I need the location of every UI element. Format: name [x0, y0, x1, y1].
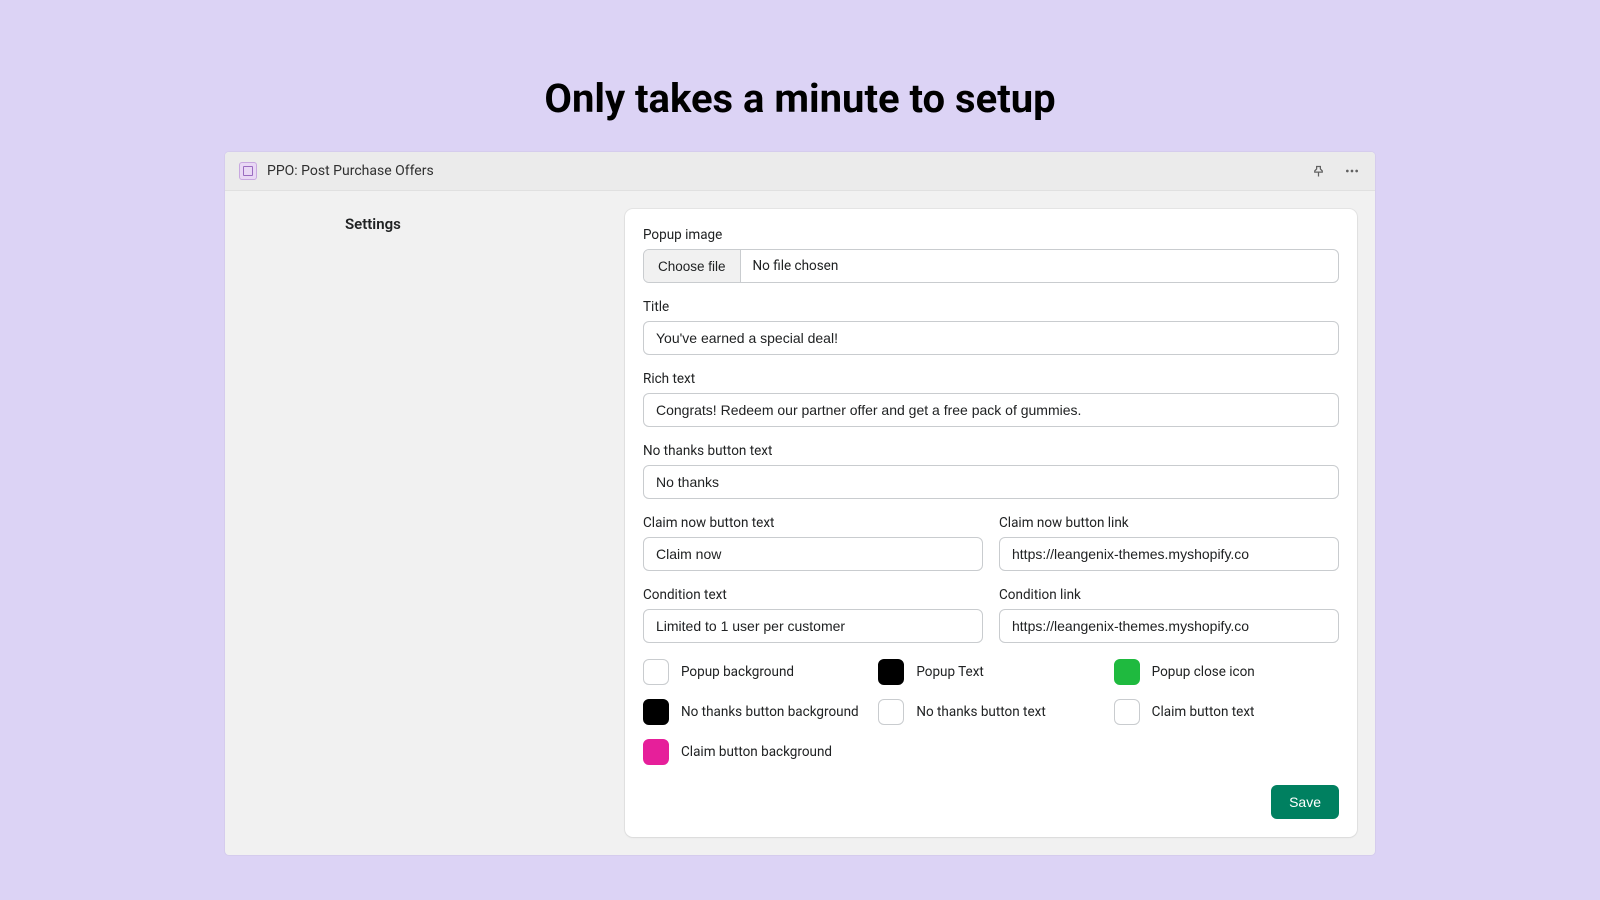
claim-link-input[interactable]	[999, 537, 1339, 571]
color-label: Popup background	[681, 664, 794, 681]
file-input[interactable]: Choose file No file chosen	[643, 249, 1339, 283]
color-popup-background: Popup background	[643, 659, 868, 685]
swatch-popup-background[interactable]	[643, 659, 669, 685]
color-popup-text: Popup Text	[878, 659, 1103, 685]
color-label: No thanks button text	[916, 704, 1045, 721]
color-no-thanks-bg: No thanks button background	[643, 699, 868, 725]
pin-icon[interactable]	[1309, 162, 1327, 180]
title-input[interactable]	[643, 321, 1339, 355]
condition-link-input[interactable]	[999, 609, 1339, 643]
color-claim-bg: Claim button background	[643, 739, 868, 765]
app-title: PPO: Post Purchase Offers	[267, 163, 1309, 179]
app-window: PPO: Post Purchase Offers Settings Popup…	[225, 152, 1375, 855]
swatch-claim-bg[interactable]	[643, 739, 669, 765]
condition-text-label: Condition text	[643, 587, 983, 603]
color-label: Claim button background	[681, 744, 832, 761]
color-popup-close-icon: Popup close icon	[1114, 659, 1339, 685]
swatch-no-thanks-bg[interactable]	[643, 699, 669, 725]
sidebar-title: Settings	[345, 215, 625, 233]
field-popup-image: Popup image Choose file No file chosen	[643, 227, 1339, 283]
color-label: Popup Text	[916, 664, 984, 681]
titlebar-actions	[1309, 162, 1361, 180]
claim-text-input[interactable]	[643, 537, 983, 571]
claim-link-label: Claim now button link	[999, 515, 1339, 531]
claim-text-label: Claim now button text	[643, 515, 983, 531]
color-label: No thanks button background	[681, 704, 859, 721]
titlebar: PPO: Post Purchase Offers	[225, 152, 1375, 191]
popup-image-label: Popup image	[643, 227, 1339, 243]
no-thanks-label: No thanks button text	[643, 443, 1339, 459]
choose-file-button[interactable]: Choose file	[644, 250, 741, 282]
field-rich-text: Rich text	[643, 371, 1339, 427]
no-thanks-input[interactable]	[643, 465, 1339, 499]
field-claim-link: Claim now button link	[999, 515, 1339, 571]
main-panel: Popup image Choose file No file chosen T…	[625, 191, 1375, 855]
swatch-popup-text[interactable]	[878, 659, 904, 685]
swatch-claim-text[interactable]	[1114, 699, 1140, 725]
rich-text-input[interactable]	[643, 393, 1339, 427]
field-title: Title	[643, 299, 1339, 355]
form-actions: Save	[643, 785, 1339, 819]
page-headline: Only takes a minute to setup	[0, 0, 1600, 152]
color-no-thanks-text: No thanks button text	[878, 699, 1103, 725]
color-label: Claim button text	[1152, 704, 1255, 721]
color-label: Popup close icon	[1152, 664, 1255, 681]
save-button[interactable]: Save	[1271, 785, 1339, 819]
swatch-popup-close-icon[interactable]	[1114, 659, 1140, 685]
swatch-no-thanks-text[interactable]	[878, 699, 904, 725]
app-icon	[239, 162, 257, 180]
condition-link-label: Condition link	[999, 587, 1339, 603]
rich-text-label: Rich text	[643, 371, 1339, 387]
title-label: Title	[643, 299, 1339, 315]
field-condition-link: Condition link	[999, 587, 1339, 643]
condition-text-input[interactable]	[643, 609, 983, 643]
settings-card: Popup image Choose file No file chosen T…	[625, 209, 1357, 837]
more-icon[interactable]	[1343, 162, 1361, 180]
color-grid: Popup background Popup Text Popup close …	[643, 659, 1339, 765]
field-claim-text: Claim now button text	[643, 515, 983, 571]
sidebar: Settings	[225, 191, 625, 855]
file-status: No file chosen	[741, 250, 851, 282]
field-no-thanks: No thanks button text	[643, 443, 1339, 499]
color-claim-text: Claim button text	[1114, 699, 1339, 725]
content-area: Settings Popup image Choose file No file…	[225, 191, 1375, 855]
field-condition-text: Condition text	[643, 587, 983, 643]
